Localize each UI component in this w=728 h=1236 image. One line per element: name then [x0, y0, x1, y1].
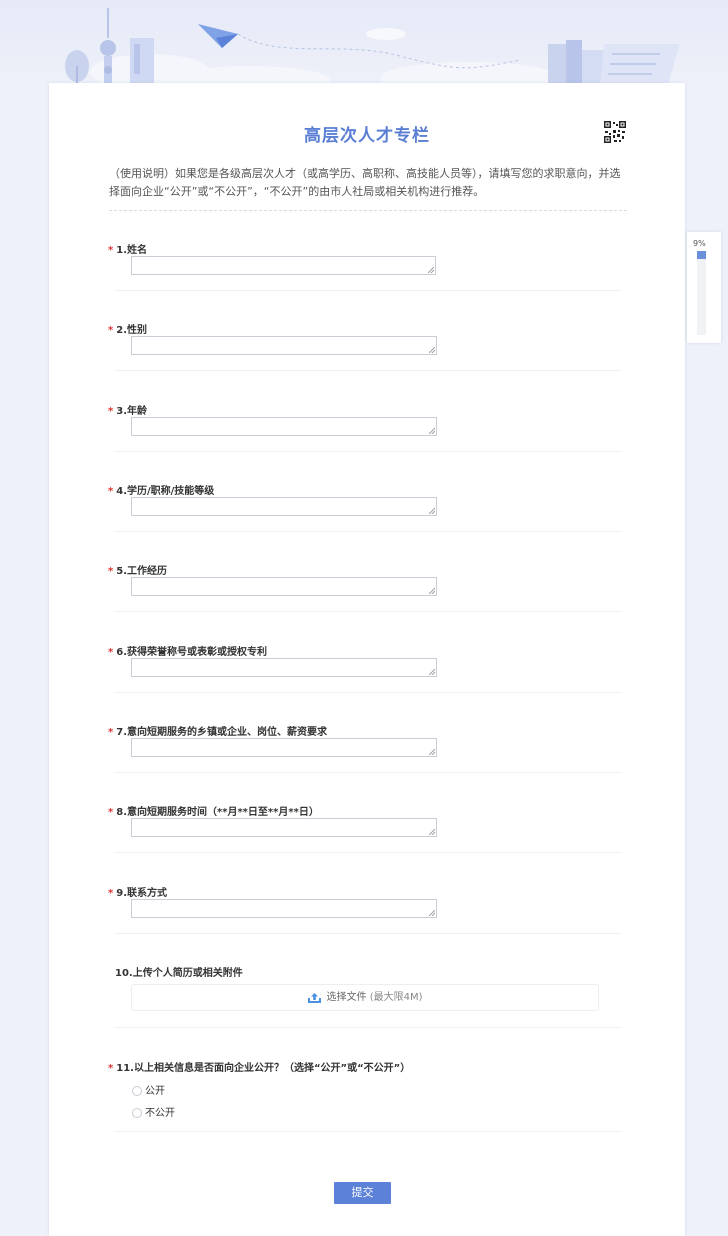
required-mark: *	[108, 807, 114, 818]
submit-button[interactable]: 提交	[334, 1182, 391, 1204]
question-divider	[115, 852, 621, 853]
resize-handle-icon[interactable]	[429, 428, 435, 434]
question-label: * 11.以上相关信息是否面向企业公开？（选择“公开”或“不公开”）	[108, 1059, 410, 1074]
service-time-textarea[interactable]	[131, 818, 437, 837]
question-label: * 7.意向短期服务的乡镇或企业、岗位、薪资要求	[108, 723, 327, 738]
question-text: 6.获得荣誉称号或表彰或授权专利	[116, 647, 267, 658]
progress-fill	[697, 251, 706, 259]
question-text: 10.上传个人简历或相关附件	[115, 968, 243, 979]
question-divider	[115, 290, 621, 291]
question-text: 4.学历/职称/技能等级	[116, 486, 215, 497]
question-divider	[115, 531, 621, 532]
question-label: * 4.学历/职称/技能等级	[108, 482, 214, 497]
required-mark: *	[108, 727, 114, 738]
required-mark: *	[108, 647, 114, 658]
question-divider	[115, 772, 621, 773]
question-text: 7.意向短期服务的乡镇或企业、岗位、薪资要求	[116, 727, 327, 738]
service-intent-textarea[interactable]	[131, 738, 437, 757]
radio-label: 公开	[145, 1086, 165, 1097]
required-mark: *	[108, 566, 114, 577]
question-text: 1.姓名	[116, 245, 147, 256]
form-description: （使用说明）如果您是各级高层次人才（或高学历、高职称、高技能人员等），请填写您的…	[109, 167, 621, 198]
question-label: * 1.姓名	[108, 241, 147, 256]
required-mark: *	[108, 245, 114, 256]
gender-textarea[interactable]	[131, 336, 437, 355]
question-divider	[115, 1131, 621, 1132]
resize-handle-icon[interactable]	[429, 347, 435, 353]
radio-button[interactable]	[132, 1108, 142, 1118]
question-text: 11.以上相关信息是否面向企业公开？（选择“公开”或“不公开”）	[116, 1063, 411, 1074]
question-divider	[115, 1027, 621, 1028]
question-divider	[115, 451, 621, 452]
question-label: * 8.意向短期服务时间（**月**日至**月**日）	[108, 803, 319, 818]
radio-option-public[interactable]: 公开	[132, 1082, 165, 1097]
page-title: 高层次人才专栏	[304, 126, 430, 146]
question-divider	[115, 611, 621, 612]
question-text: 2.性别	[116, 325, 147, 336]
contact-textarea[interactable]	[131, 899, 437, 918]
question-label: * 2.性别	[108, 321, 147, 336]
qr-code-icon[interactable]	[604, 121, 626, 143]
question-label: * 5.工作经历	[108, 562, 167, 577]
question-label: * 9.联系方式	[108, 884, 167, 899]
radio-label: 不公开	[145, 1108, 175, 1119]
resize-handle-icon[interactable]	[429, 910, 435, 916]
progress-indicator: 9%	[687, 232, 721, 343]
question-text: 3.年龄	[116, 406, 147, 417]
resize-handle-icon[interactable]	[429, 829, 435, 835]
required-mark: *	[108, 406, 114, 417]
resize-handle-icon[interactable]	[429, 508, 435, 514]
upload-limit: (最大限4M)	[369, 992, 423, 1003]
name-textarea[interactable]	[131, 256, 436, 275]
radio-button[interactable]	[132, 1086, 142, 1096]
resize-handle-icon[interactable]	[428, 267, 434, 273]
resize-handle-icon[interactable]	[429, 749, 435, 755]
description-divider	[109, 210, 627, 211]
upload-icon	[307, 992, 321, 1003]
required-mark: *	[108, 888, 114, 899]
required-mark: *	[108, 1063, 114, 1074]
question-divider	[115, 933, 621, 934]
resize-handle-icon[interactable]	[429, 588, 435, 594]
progress-track	[697, 251, 706, 335]
question-label: * 6.获得荣誉称号或表彰或授权专利	[108, 643, 267, 658]
file-upload-button[interactable]: 选择文件 (最大限4M)	[131, 984, 599, 1011]
banner-illustration	[65, 8, 680, 90]
required-mark: *	[108, 325, 114, 336]
radio-option-private[interactable]: 不公开	[132, 1104, 175, 1119]
header-banner	[0, 0, 728, 90]
question-label: * 3.年龄	[108, 402, 147, 417]
form-card: 高层次人才专栏 （使用说明）如果您是各级高层次人才（或高学历、高职称、高技能人员…	[49, 83, 685, 1236]
question-text: 9.联系方式	[116, 888, 167, 899]
honors-textarea[interactable]	[131, 658, 437, 677]
question-text: 8.意向短期服务时间（**月**日至**月**日）	[116, 807, 319, 818]
upload-label: 选择文件	[326, 992, 367, 1003]
work-experience-textarea[interactable]	[131, 577, 437, 596]
progress-text: 9%	[693, 239, 706, 248]
question-text: 5.工作经历	[116, 566, 167, 577]
education-textarea[interactable]	[131, 497, 437, 516]
question-divider	[115, 692, 621, 693]
required-mark: *	[108, 486, 114, 497]
question-divider	[115, 370, 621, 371]
resize-handle-icon[interactable]	[429, 669, 435, 675]
age-textarea[interactable]	[131, 417, 437, 436]
